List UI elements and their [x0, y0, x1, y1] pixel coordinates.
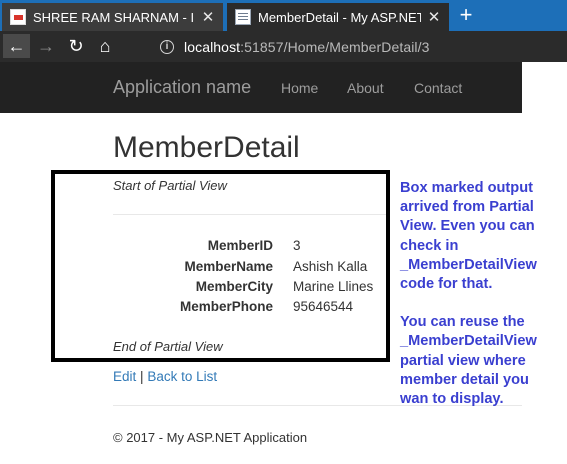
site-navbar: Application name Home About Contact: [0, 62, 522, 113]
nav-link-about[interactable]: About: [347, 80, 384, 96]
page-icon: [235, 9, 251, 25]
red-logo-icon: [10, 9, 26, 25]
annotation-paragraph: Box marked output arrived from Partial V…: [400, 180, 537, 293]
nav-link-contact[interactable]: Contact: [414, 80, 462, 96]
member-city-value: Marine Llines: [293, 279, 374, 294]
browser-tabstrip: SHREE RAM SHARNAM - Intern ✕ MemberDetai…: [0, 0, 567, 31]
back-to-list-link[interactable]: Back to List: [147, 369, 217, 384]
nav-link-home[interactable]: Home: [281, 80, 318, 96]
partial-end-text: End of Partial View: [113, 339, 223, 354]
member-city-label: MemberCity: [195, 279, 273, 294]
browser-tab-shree-ram[interactable]: SHREE RAM SHARNAM - Intern ✕: [2, 3, 223, 31]
reload-icon[interactable]: ↻: [64, 34, 88, 58]
close-icon[interactable]: ✕: [427, 8, 441, 26]
edit-link[interactable]: Edit: [113, 369, 136, 384]
back-arrow-icon[interactable]: ←: [3, 34, 30, 58]
url-text[interactable]: localhost:51857/Home/MemberDetail/3: [184, 39, 430, 55]
member-name-label: MemberName: [184, 259, 273, 274]
link-separator: |: [140, 369, 144, 384]
partial-start-text: Start of Partial View: [113, 178, 227, 193]
home-icon[interactable]: ⌂: [93, 34, 117, 58]
brand-link[interactable]: Application name: [113, 77, 251, 98]
info-icon[interactable]: i: [160, 40, 174, 54]
member-phone-value: 95646544: [293, 299, 354, 314]
page-title: MemberDetail: [113, 131, 300, 164]
action-links: Edit | Back to List: [113, 369, 217, 384]
browser-toolbar: ← → ↻ ⌂ i localhost:51857/Home/MemberDet…: [0, 31, 567, 62]
member-id-value: 3: [293, 238, 301, 253]
url-path: :51857/Home/MemberDetail/3: [240, 39, 430, 55]
new-tab-button[interactable]: +: [454, 3, 478, 29]
member-id-label: MemberID: [207, 238, 273, 253]
footer-text: © 2017 - My ASP.NET Application: [113, 430, 308, 445]
tab-title: MemberDetail - My ASP.NET Ap: [258, 9, 421, 25]
annotation-paragraph: You can reuse the _MemberDetailView part…: [400, 314, 537, 408]
close-icon[interactable]: ✕: [201, 8, 215, 26]
divider: [113, 214, 386, 215]
browser-tab-memberdetail[interactable]: MemberDetail - My ASP.NET Ap ✕: [227, 3, 449, 31]
address-bar[interactable]: i localhost:51857/Home/MemberDetail/3: [154, 35, 567, 59]
member-phone-label: MemberPhone: [179, 299, 273, 314]
member-name-value: Ashish Kalla: [293, 259, 368, 274]
url-host: localhost: [184, 39, 241, 55]
annotation-note: Box marked output arrived from Partial V…: [400, 179, 560, 409]
forward-arrow-icon[interactable]: →: [34, 34, 58, 58]
tab-title: SHREE RAM SHARNAM - Intern: [33, 9, 195, 25]
